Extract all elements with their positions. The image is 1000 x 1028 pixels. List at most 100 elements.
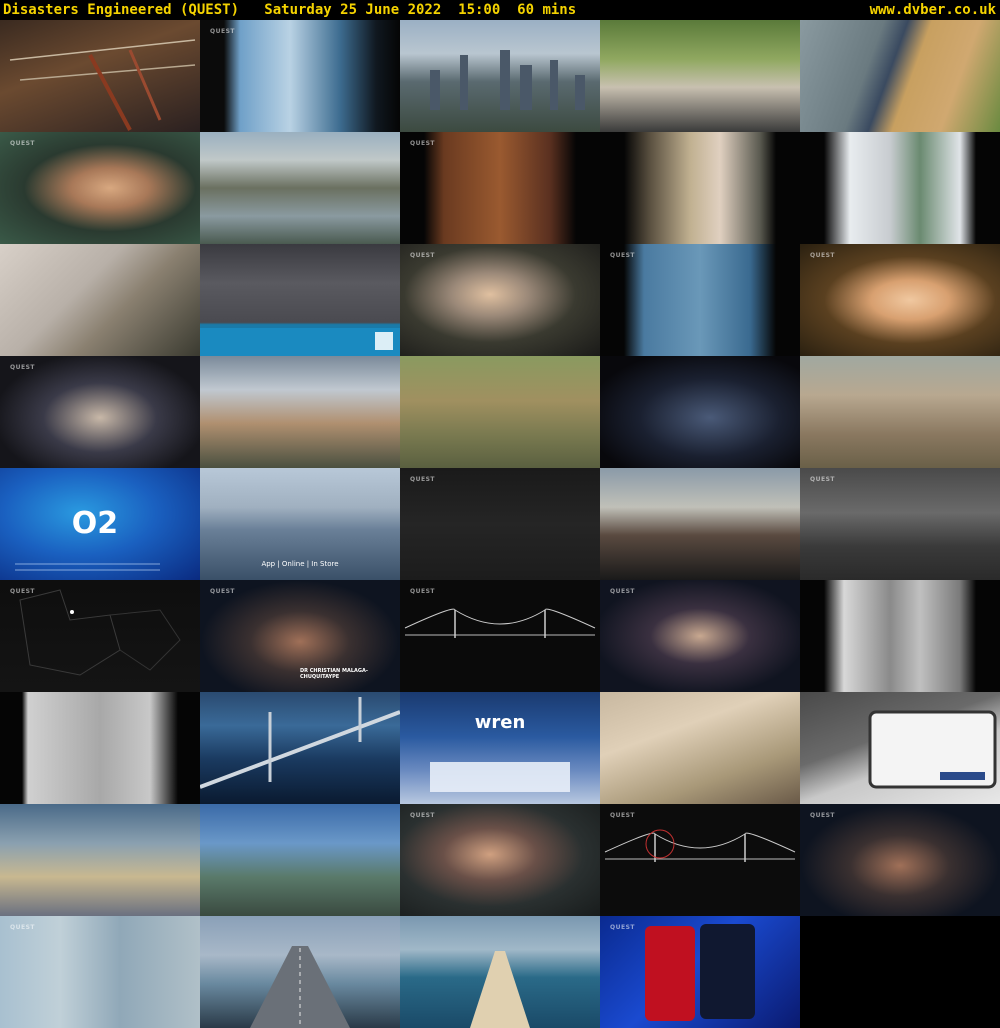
- thumbnail-caption: App | Online | In Store: [261, 560, 339, 568]
- thumbnail-31[interactable]: [0, 692, 200, 804]
- thumbnail-image: [600, 20, 800, 132]
- thumbnail-20[interactable]: [800, 356, 1000, 468]
- thumbnail-16[interactable]: QUEST: [0, 356, 200, 468]
- thumbnail-21[interactable]: O2: [0, 468, 200, 580]
- thumbnail-image: [600, 580, 800, 692]
- channel-watermark: QUEST: [410, 812, 435, 819]
- thumbnail-15[interactable]: QUEST: [800, 244, 1000, 356]
- thumbnail-image: [800, 132, 1000, 244]
- thumbnail-image: [400, 468, 600, 580]
- thumbnail-overlay: [19, 589, 181, 676]
- channel-watermark: QUEST: [810, 252, 835, 259]
- channel-watermark: QUEST: [610, 588, 635, 595]
- channel-watermark: QUEST: [610, 252, 635, 259]
- thumbnail-23[interactable]: QUEST: [400, 468, 600, 580]
- thumbnail-39[interactable]: QUEST: [600, 804, 800, 916]
- thumbnail-8[interactable]: QUEST: [400, 132, 600, 244]
- thumbnail-overlay: [868, 710, 997, 789]
- thumbnail-5[interactable]: [800, 20, 1000, 132]
- thumbnail-caption: O2: [71, 506, 119, 541]
- thumbnail-image: [800, 468, 1000, 580]
- thumbnail-image: [800, 244, 1000, 356]
- channel-watermark: QUEST: [410, 252, 435, 259]
- thumbnail-9[interactable]: [600, 132, 800, 244]
- thumbnail-image: [200, 356, 400, 468]
- thumbnail-image: [0, 244, 200, 356]
- thumbnail-30[interactable]: [800, 580, 1000, 692]
- thumbnail-36[interactable]: [0, 804, 200, 916]
- thumbnail-image: [0, 132, 200, 244]
- thumbnail-18[interactable]: [400, 356, 600, 468]
- thumbnail-44[interactable]: QUEST: [600, 916, 800, 1028]
- channel-watermark: QUEST: [610, 924, 635, 931]
- thumbnail-image: [0, 916, 200, 1028]
- thumbnail-34[interactable]: [600, 692, 800, 804]
- thumbnail-35[interactable]: [800, 692, 1000, 804]
- thumbnail-overlay: [645, 924, 755, 1021]
- thumbnail-26[interactable]: QUEST: [0, 580, 200, 692]
- thumbnail-overlay: [430, 762, 570, 792]
- thumbnail-22[interactable]: App | Online | In Store: [200, 468, 400, 580]
- thumbnail-6[interactable]: QUEST: [0, 132, 200, 244]
- thumbnail-42[interactable]: [200, 916, 400, 1028]
- thumbnail-image: [200, 804, 400, 916]
- thumbnail-24[interactable]: [600, 468, 800, 580]
- thumbnail-4[interactable]: [600, 20, 800, 132]
- thumbnail-32[interactable]: [200, 692, 400, 804]
- thumbnail-12[interactable]: [200, 244, 400, 356]
- thumbnail-image: [200, 132, 400, 244]
- thumbnail-image: [600, 244, 800, 356]
- thumbnail-image: [0, 692, 200, 804]
- channel-watermark: QUEST: [10, 140, 35, 147]
- thumbnail-25[interactable]: QUEST: [800, 468, 1000, 580]
- thumbnail-image: [800, 20, 1000, 132]
- thumbnail-overlay: [200, 328, 400, 356]
- thumbnail-image: [200, 20, 400, 132]
- thumbnail-overlay: [9, 39, 196, 131]
- thumbnail-38[interactable]: QUEST: [400, 804, 600, 916]
- thumbnail-41[interactable]: QUEST: [0, 916, 200, 1028]
- thumbnail-19[interactable]: [600, 356, 800, 468]
- thumbnail-grid: QUEST QUEST QUEST QUEST QUEST QUEST QUEST O2 App…: [0, 20, 1000, 1028]
- header-bar: Disasters Engineered (QUEST) Saturday 25…: [0, 0, 1000, 20]
- thumbnail-overlay: [470, 951, 530, 1028]
- channel-watermark: QUEST: [210, 28, 235, 35]
- channel-watermark: QUEST: [10, 364, 35, 371]
- channel-watermark: QUEST: [810, 476, 835, 483]
- thumbnail-image: [600, 356, 800, 468]
- thumbnail-17[interactable]: [200, 356, 400, 468]
- site-link[interactable]: www.dvber.co.uk: [870, 0, 996, 20]
- thumbnail-10[interactable]: [800, 132, 1000, 244]
- thumbnail-image: [800, 804, 1000, 916]
- channel-watermark: QUEST: [610, 812, 635, 819]
- thumbnail-image: [400, 356, 600, 468]
- thumbnail-1[interactable]: [0, 20, 200, 132]
- programme-title: Disasters Engineered (QUEST) Saturday 25…: [3, 2, 577, 18]
- thumbnail-7[interactable]: [200, 132, 400, 244]
- thumbnail-3[interactable]: [400, 20, 600, 132]
- thumbnail-image: [600, 132, 800, 244]
- thumbnail-11[interactable]: [0, 244, 200, 356]
- channel-watermark: QUEST: [410, 140, 435, 147]
- thumbnail-37[interactable]: [200, 804, 400, 916]
- thumbnail-caption: wren: [474, 712, 526, 733]
- channel-watermark: QUEST: [10, 924, 35, 931]
- thumbnail-overlay: [250, 946, 350, 1028]
- channel-watermark: QUEST: [410, 476, 435, 483]
- thumbnail-13[interactable]: QUEST: [400, 244, 600, 356]
- thumbnail-image: [600, 692, 800, 804]
- thumbnail-29[interactable]: QUEST: [600, 580, 800, 692]
- thumbnail-overlay: [200, 697, 400, 789]
- thumbnail-28[interactable]: QUEST: [400, 580, 600, 692]
- thumbnail-image: [400, 244, 600, 356]
- thumbnail-image: [0, 356, 200, 468]
- thumbnail-14[interactable]: QUEST: [600, 244, 800, 356]
- thumbnail-43[interactable]: [400, 916, 600, 1028]
- thumbnail-2[interactable]: QUEST: [200, 20, 400, 132]
- thumbnail-33[interactable]: wren: [400, 692, 600, 804]
- thumbnail-40[interactable]: QUEST: [800, 804, 1000, 916]
- channel-watermark: QUEST: [210, 588, 235, 595]
- thumbnail-27[interactable]: QUEST DR CHRISTIAN MALAGA-CHUQUITAYPE: [200, 580, 400, 692]
- thumbnail-image: [800, 580, 1000, 692]
- thumbnail-overlay: [430, 50, 585, 110]
